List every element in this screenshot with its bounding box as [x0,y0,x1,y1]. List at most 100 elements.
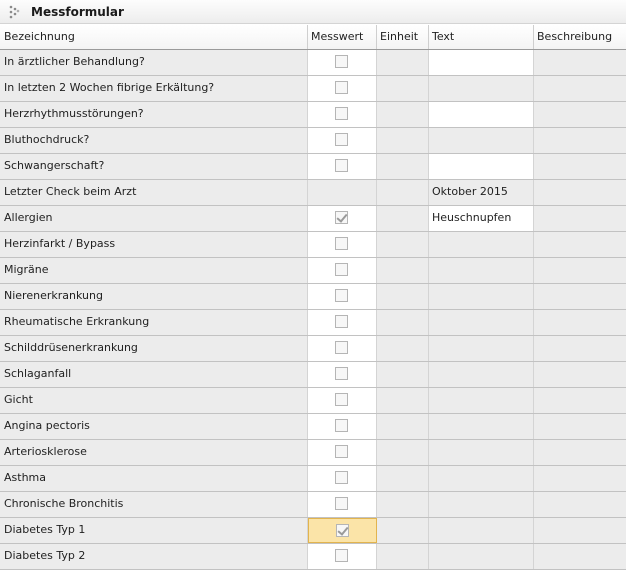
messwert-cell[interactable] [308,128,377,153]
table-row[interactable]: Arteriosklerose [0,440,626,466]
text-cell[interactable] [429,154,534,179]
table-row[interactable]: Angina pectoris [0,414,626,440]
messwert-checkbox[interactable] [335,133,348,146]
beschreibung-cell [534,76,626,101]
row-label: Letzter Check beim Arzt [0,180,308,205]
messwert-cell[interactable] [308,232,377,257]
table-row[interactable]: Diabetes Typ 2 [0,544,626,570]
measurement-grid: Bezeichnung Messwert Einheit Text Beschr… [0,25,626,570]
messwert-cell[interactable] [308,336,377,361]
text-cell[interactable] [429,50,534,75]
messwert-cell[interactable] [308,102,377,127]
row-label: In ärztlicher Behandlung? [0,50,308,75]
messwert-checkbox[interactable] [335,393,348,406]
messwert-cell[interactable] [308,76,377,101]
table-row[interactable]: Rheumatische Erkrankung [0,310,626,336]
text-cell [429,362,534,387]
messwert-cell[interactable] [308,154,377,179]
table-row[interactable]: In ärztlicher Behandlung? [0,50,626,76]
table-row[interactable]: Allergien Heuschnupfen [0,206,626,232]
text-cell [429,518,534,543]
text-cell[interactable] [429,102,534,127]
messwert-checkbox[interactable] [335,471,348,484]
messwert-checkbox[interactable] [335,55,348,68]
messwert-cell[interactable] [308,492,377,517]
grid-header: Bezeichnung Messwert Einheit Text Beschr… [0,25,626,50]
table-row[interactable]: In letzten 2 Wochen fibrige Erkältung? [0,76,626,102]
row-label: Arteriosklerose [0,440,308,465]
messwert-cell[interactable] [308,466,377,491]
einheit-cell [377,102,429,127]
messwert-checkbox[interactable] [335,211,348,224]
messwert-cell[interactable] [308,362,377,387]
messwert-checkbox[interactable] [335,315,348,328]
messwert-cell [308,180,377,205]
table-row[interactable]: Schlaganfall [0,362,626,388]
messwert-checkbox[interactable] [335,419,348,432]
row-label: Allergien [0,206,308,231]
messwert-cell[interactable] [308,544,377,569]
table-row[interactable]: Nierenerkrankung [0,284,626,310]
text-cell [429,492,534,517]
messwert-cell[interactable] [308,388,377,413]
messwert-cell[interactable] [308,284,377,309]
einheit-cell [377,310,429,335]
table-row[interactable]: Schwangerschaft? [0,154,626,180]
einheit-cell [377,128,429,153]
messwert-checkbox[interactable] [335,341,348,354]
messwert-checkbox[interactable] [335,237,348,250]
column-header-text[interactable]: Text [429,25,534,49]
messwert-checkbox[interactable] [335,445,348,458]
table-row[interactable]: Letzter Check beim Arzt Oktober 2015 [0,180,626,206]
beschreibung-cell [534,180,626,205]
column-header-messwert[interactable]: Messwert [308,25,377,49]
messwert-checkbox[interactable] [335,497,348,510]
messwert-cell[interactable] [308,414,377,439]
table-row[interactable]: Chronische Bronchitis [0,492,626,518]
text-cell [429,76,534,101]
row-label: Rheumatische Erkrankung [0,310,308,335]
messwert-cell[interactable] [308,50,377,75]
table-row[interactable]: Diabetes Typ 1 [0,518,626,544]
messwert-checkbox[interactable] [336,524,349,537]
messwert-cell[interactable] [308,258,377,283]
column-header-bezeichnung[interactable]: Bezeichnung [0,25,308,49]
einheit-cell [377,388,429,413]
messwert-checkbox[interactable] [335,549,348,562]
messwert-cell[interactable] [308,440,377,465]
einheit-cell [377,336,429,361]
einheit-cell [377,414,429,439]
einheit-cell [377,544,429,569]
text-cell[interactable]: Heuschnupfen [429,206,534,231]
messwert-cell[interactable] [308,310,377,335]
beschreibung-cell [534,336,626,361]
einheit-cell [377,362,429,387]
messwert-checkbox[interactable] [335,81,348,94]
messwert-checkbox[interactable] [335,107,348,120]
row-label: Gicht [0,388,308,413]
table-row[interactable]: Migräne [0,258,626,284]
column-header-beschreibung[interactable]: Beschreibung [534,25,626,49]
einheit-cell [377,50,429,75]
panel-title: Messformular [31,5,124,19]
messwert-cell[interactable] [308,518,377,543]
text-cell: Oktober 2015 [429,180,534,205]
grip-icon [9,5,20,19]
row-label: Chronische Bronchitis [0,492,308,517]
column-header-einheit[interactable]: Einheit [377,25,429,49]
grid-body: In ärztlicher Behandlung? In letzten 2 Wo… [0,50,626,570]
table-row[interactable]: Schilddrüsenerkrankung [0,336,626,362]
table-row[interactable]: Gicht [0,388,626,414]
table-row[interactable]: Bluthochdruck? [0,128,626,154]
beschreibung-cell [534,258,626,283]
beschreibung-cell [534,206,626,231]
messwert-checkbox[interactable] [335,263,348,276]
row-label: Angina pectoris [0,414,308,439]
messwert-checkbox[interactable] [335,367,348,380]
table-row[interactable]: Asthma [0,466,626,492]
table-row[interactable]: Herzrhythmusstörungen? [0,102,626,128]
messwert-checkbox[interactable] [335,159,348,172]
messwert-cell[interactable] [308,206,377,231]
messwert-checkbox[interactable] [335,289,348,302]
table-row[interactable]: Herzinfarkt / Bypass [0,232,626,258]
